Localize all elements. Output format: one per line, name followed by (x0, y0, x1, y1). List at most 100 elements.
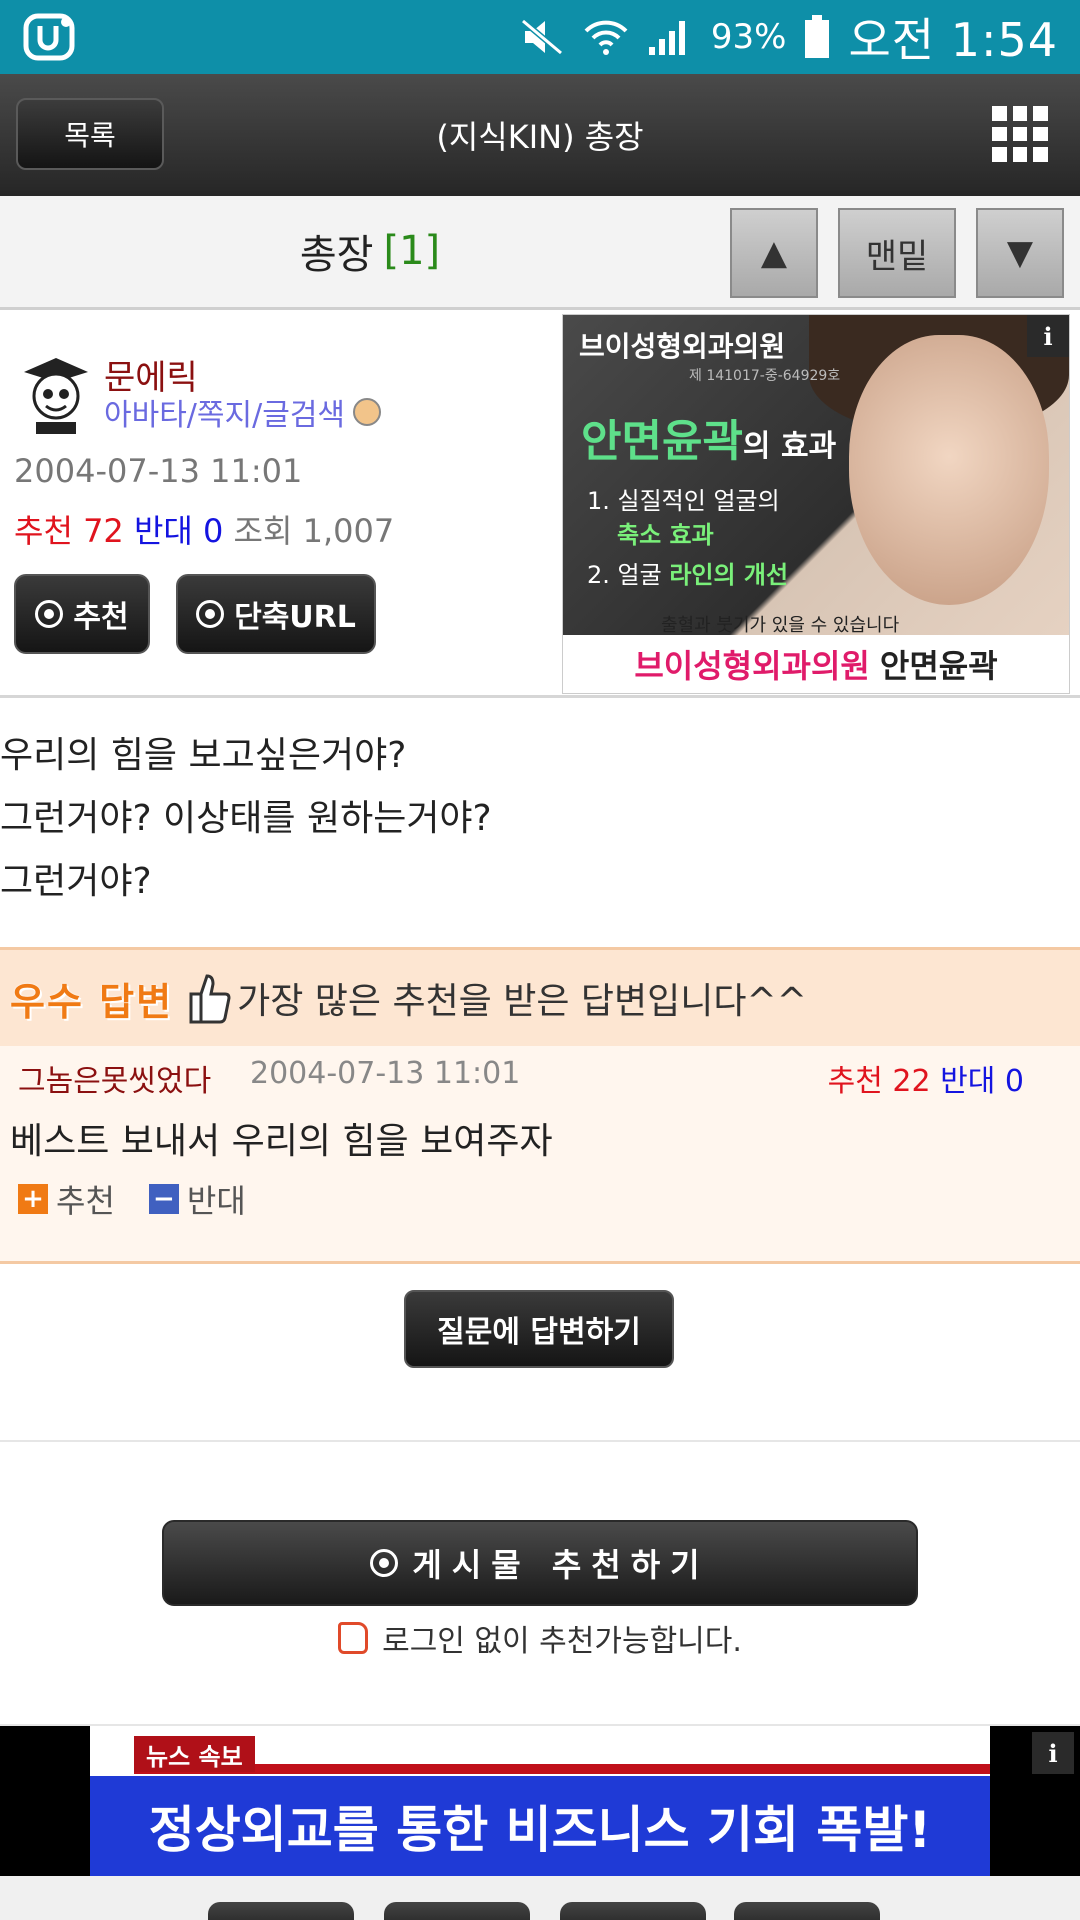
question-line: 그런거야? (0, 861, 152, 902)
answer-oppose-label: 반대 (186, 1182, 246, 1220)
battery-percent: 93% (710, 17, 787, 57)
target-icon (35, 600, 64, 628)
ad-line1: 1. 실질적인 얼굴의 (587, 481, 780, 516)
best-answer-header: 우수 답변 가장 많은 추천을 받은 답변입니다^^ (0, 950, 1080, 1046)
list-button[interactable]: 목록 (16, 98, 164, 170)
wifi-icon (584, 20, 628, 55)
board-title: 총장 [1] (200, 196, 540, 306)
status-bar: 93% 오전 1:54 (0, 0, 1080, 74)
ad-bottom-service: 안면윤곽 (879, 647, 998, 685)
bottom-tab[interactable] (560, 1902, 706, 1920)
view-label: 조회 (233, 512, 293, 550)
login-note-text: 로그인 없이 추천가능합니다. (382, 1624, 742, 1659)
ad-line2-text: 2. 얼굴 (587, 561, 662, 589)
answer-oppose-button[interactable]: − 반대 (148, 1176, 246, 1222)
answer-rec-count: 22 (892, 1064, 931, 1099)
ad-line1b: 축소 효과 (617, 515, 714, 550)
opp-label: 반대 (133, 512, 193, 550)
ad-headline-suffix: 의 효과 (742, 429, 837, 464)
answer-rec-label: 추천 (827, 1064, 883, 1099)
ad-bottom-clinic: 브이성형외과의원 (634, 647, 870, 685)
question-line: 우리의 힘을 보고싶은거야? (0, 735, 407, 776)
hand-icon (338, 1622, 369, 1654)
scroll-bottom-button[interactable]: 맨밑 (838, 208, 956, 298)
ad-line1-text: 1. 실질적인 얼굴의 (587, 487, 780, 515)
best-answer-label: 우수 답변 (10, 979, 174, 1024)
ad-bottom-bar: 브이성형외과의원 안면윤곽 (563, 635, 1069, 693)
answer-opp-count: 0 (1004, 1064, 1024, 1099)
rec-count: 72 (83, 512, 124, 550)
question-body: 우리의 힘을 보고싶은거야? 그런거야? 이상태를 원하는거야? 그런거야? (0, 724, 1080, 913)
plus-icon: + (18, 1184, 48, 1214)
answer-votes: 추천 22 반대 0 (828, 1056, 1024, 1100)
clinic-ad[interactable]: 브이성형외과의원 제 141017-중-64929호 안면윤곽의 효과 1. 실… (562, 314, 1070, 694)
scroll-down-button[interactable]: ▼ (976, 208, 1064, 298)
battery-icon (805, 15, 830, 58)
recommend-post-button[interactable]: 게시물 추천하기 (162, 1520, 918, 1606)
ad-line2: 2. 얼굴 라인의 개선 (587, 555, 788, 590)
post-date: 2004-07-13 11:01 (14, 452, 303, 490)
short-url-button[interactable]: 단축URL (176, 574, 376, 654)
board-name: 총장 (299, 232, 374, 278)
page-title: (지식KIN) 총장 (436, 118, 644, 156)
scroll-up-button[interactable]: ▲ (730, 208, 818, 298)
ad-note: 출혈과 붓기가 있을 수 있습니다 (661, 615, 900, 636)
bottom-tab[interactable] (208, 1902, 354, 1920)
recommend-button-label: 추천 (73, 600, 129, 635)
app-header: 목록 (지식KIN) 총장 (0, 74, 1080, 196)
u-circle-icon (196, 600, 225, 628)
login-note: 로그인 없이 추천가능합니다. (0, 1616, 1080, 1660)
ad-line1b-text: 축소 효과 (617, 521, 714, 549)
banner-info-icon[interactable]: i (1032, 1732, 1074, 1774)
bottom-tab[interactable] (384, 1902, 530, 1920)
ad-line2b-text: 라인의 개선 (669, 561, 789, 589)
banner-red-line (134, 1764, 990, 1774)
news-tag: 뉴스 속보 (134, 1736, 255, 1772)
news-banner-ad[interactable]: 뉴스 속보 정상외교를 통한 비즈니스 기회 폭발! i (0, 1726, 1080, 1876)
ad-info-icon[interactable]: i (1027, 315, 1069, 357)
grid-menu-icon[interactable] (992, 106, 1048, 162)
answer-recommend-button[interactable]: + 추천 (18, 1176, 115, 1222)
question-line: 그런거야? 이상태를 원하는거야? (0, 798, 492, 839)
answer-vote-row: + 추천 − 반대 (18, 1176, 280, 1222)
post-stats: 추천 72 반대 0 조회 1,007 (14, 506, 394, 552)
post-nav-row: 총장 [1] ▲ 맨밑 ▼ (0, 196, 1080, 310)
author-links[interactable]: 아바타/쪽지/글검색 (104, 390, 382, 434)
ad-headline: 안면윤곽의 효과 (581, 405, 836, 469)
thumbs-up-icon (189, 974, 231, 1024)
opp-count: 0 (203, 512, 224, 550)
mute-icon (520, 18, 563, 56)
bottom-tab-bar (0, 1876, 1080, 1920)
post-info: 문에릭 아바타/쪽지/글검색 2004-07-13 11:01 추천 72 반대… (0, 312, 1080, 698)
best-answer-description: 가장 많은 추천을 받은 답변입니다^^ (237, 981, 807, 1022)
answer-author[interactable]: 그놈은못씻었다 (18, 1056, 211, 1100)
divider (0, 1440, 1080, 1442)
clock: 오전 1:54 (848, 13, 1058, 67)
ad-headline-main: 안면윤곽 (581, 416, 743, 467)
ad-face-image (849, 335, 1049, 605)
banner-headline: 정상외교를 통한 비즈니스 기회 폭발! (90, 1776, 990, 1876)
signal-icon (648, 21, 685, 55)
recommend-button[interactable]: 추천 (14, 574, 150, 654)
target-icon (370, 1549, 399, 1577)
view-count: 1,007 (302, 512, 395, 550)
best-answer: 우수 답변 가장 많은 추천을 받은 답변입니다^^ 그놈은못씻었다 2004-… (0, 947, 1080, 1264)
recommend-post-label: 게시물 추천하기 (412, 1546, 710, 1584)
uplus-app-icon (23, 13, 75, 61)
news-banner-content[interactable]: 뉴스 속보 정상외교를 통한 비즈니스 기회 폭발! (90, 1726, 990, 1876)
bottom-tab[interactable] (734, 1902, 880, 1920)
author-links-text[interactable]: 아바타/쪽지/글검색 (104, 390, 345, 434)
avatar[interactable] (14, 352, 98, 436)
answer-opp-label: 반대 (940, 1064, 996, 1099)
answer-recommend-label: 추천 (56, 1182, 115, 1220)
answer-text: 베스트 보내서 우리의 힘을 보여주자 (10, 1121, 553, 1162)
write-answer-button[interactable]: 질문에 답변하기 (404, 1290, 674, 1368)
ad-clinic-name: 브이성형외과의원 (579, 330, 786, 363)
level-badge-icon (353, 398, 382, 426)
minus-icon: − (148, 1184, 179, 1214)
ad-registration: 제 141017-중-64929호 (689, 368, 841, 384)
board-count: [1] (383, 228, 441, 274)
rec-label: 추천 (14, 512, 73, 550)
answer-date: 2004-07-13 11:01 (250, 1056, 521, 1091)
short-url-button-label: 단축URL (234, 600, 356, 635)
